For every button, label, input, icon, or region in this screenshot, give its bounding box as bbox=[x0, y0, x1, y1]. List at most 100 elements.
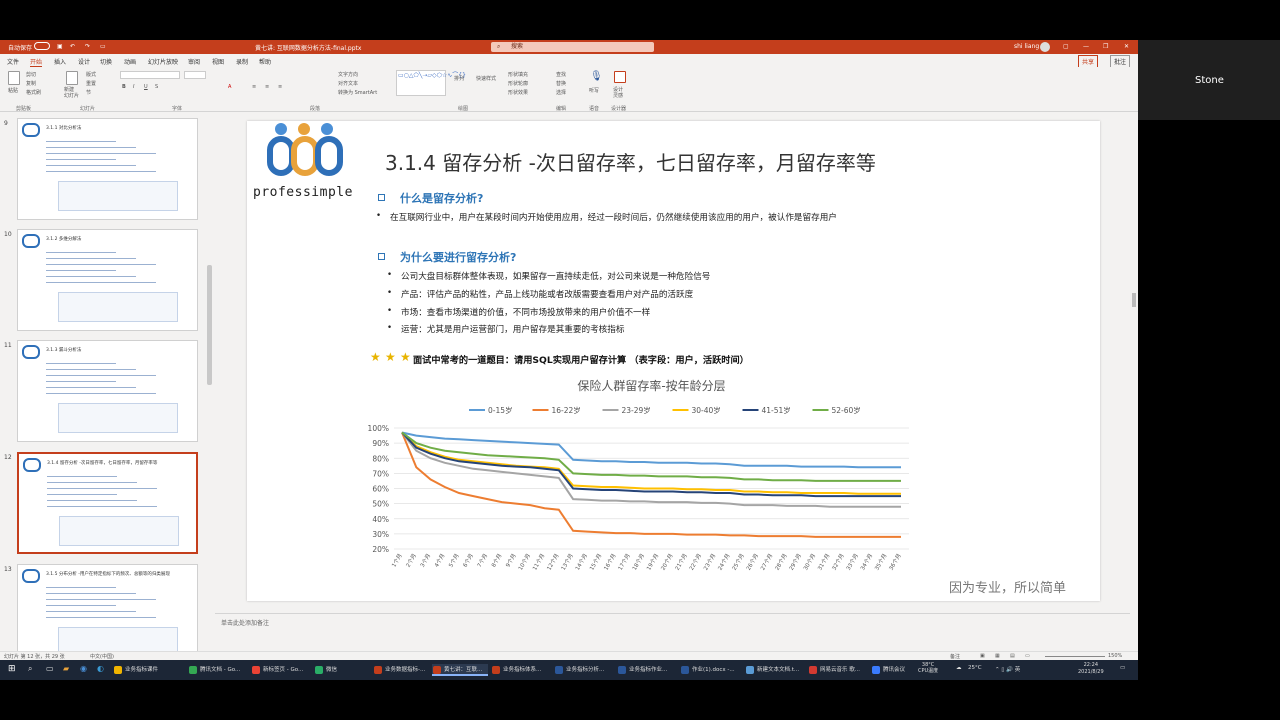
zoom-level[interactable]: 150% bbox=[1108, 653, 1122, 659]
tab-design[interactable]: 设计 bbox=[78, 57, 90, 66]
slide-thumbnail-13[interactable]: 3.1.5 分布分析 -用户在特定指标下的频次、总额等的归类展现 bbox=[17, 564, 198, 660]
search-icon[interactable]: ⌕ bbox=[28, 664, 32, 674]
taskbar-app[interactable]: 新标签页 - Go... bbox=[251, 664, 311, 676]
save-icon[interactable]: ▣ bbox=[57, 43, 63, 50]
cut-button[interactable]: 剪切 bbox=[26, 71, 36, 78]
tab-view[interactable]: 视图 bbox=[212, 57, 224, 66]
slide-thumbnail-11[interactable]: 3.1.3 漏斗分析法 bbox=[17, 340, 198, 442]
taskbar-app[interactable]: 黄七讲：互联... bbox=[432, 664, 488, 676]
minimize-icon[interactable]: — bbox=[1083, 43, 1089, 50]
zoom-slider[interactable] bbox=[1045, 656, 1105, 657]
tray-icons[interactable]: ⌃ ▯ 🔊 英 bbox=[995, 665, 1020, 673]
maximize-icon[interactable]: ❐ bbox=[1103, 43, 1108, 50]
search-input[interactable]: ⌕ 搜索 bbox=[491, 42, 654, 52]
font-size-select[interactable] bbox=[184, 71, 206, 79]
slide-canvas[interactable]: professimple 3.1.4 留存分析 -次日留存率，七日留存率，月留存… bbox=[247, 121, 1100, 601]
taskbar-app[interactable]: 腾讯文档 - Go... bbox=[188, 664, 248, 676]
scrollbar-thumb[interactable] bbox=[1132, 293, 1136, 307]
tab-file[interactable]: 文件 bbox=[7, 57, 19, 66]
thumbnail-scrollbar[interactable] bbox=[207, 265, 212, 385]
weather-icon[interactable]: ☁ bbox=[956, 665, 962, 671]
slide-thumbnail-10[interactable]: 3.1.2 多维分解法 bbox=[17, 229, 198, 331]
tab-animations[interactable]: 动画 bbox=[124, 57, 136, 66]
align-right-icon[interactable]: ≡ bbox=[278, 84, 282, 90]
vertical-scrollbar[interactable] bbox=[1130, 113, 1138, 651]
format-painter-button[interactable]: 格式刷 bbox=[26, 89, 41, 96]
section-button[interactable]: 节 bbox=[86, 89, 91, 96]
quick-styles-button[interactable]: 快速样式 bbox=[476, 75, 496, 82]
normal-view-icon[interactable]: ▣ bbox=[980, 653, 985, 659]
slide-thumbnail-9[interactable]: 3.1.1 对比分析法 bbox=[17, 118, 198, 220]
weather-temp[interactable]: 25°C bbox=[968, 665, 982, 671]
italic-icon[interactable]: I bbox=[133, 84, 134, 90]
font-family-select[interactable] bbox=[120, 71, 180, 79]
designer-button[interactable]: 设计 灵感 bbox=[613, 87, 623, 99]
taskbar-app[interactable]: 业务指标体系... bbox=[491, 664, 551, 676]
underline-icon[interactable]: U bbox=[144, 84, 148, 90]
smartart-button[interactable]: 转换为 SmartArt bbox=[338, 89, 377, 96]
designer-icon[interactable] bbox=[614, 71, 626, 83]
microphone-icon[interactable]: 🎙 bbox=[590, 71, 603, 82]
ribbon-display-icon[interactable]: ▢ bbox=[1063, 43, 1069, 50]
tab-record[interactable]: 录制 bbox=[236, 57, 248, 66]
arrange-button[interactable]: 排列 bbox=[454, 75, 464, 82]
taskbar-app[interactable]: 新建文本文档.t... bbox=[745, 664, 805, 676]
shadow-icon[interactable]: S bbox=[155, 84, 158, 90]
reset-button[interactable]: 重置 bbox=[86, 80, 96, 87]
notification-icon[interactable]: ▭ bbox=[1120, 665, 1125, 671]
tab-help[interactable]: 帮助 bbox=[259, 57, 271, 66]
tab-slideshow[interactable]: 幻灯片放映 bbox=[148, 57, 178, 66]
shape-outline-button[interactable]: 形状轮廓 bbox=[508, 80, 528, 87]
taskbar-app[interactable]: 腾讯会议 bbox=[871, 664, 921, 676]
notes-toggle[interactable]: 备注 bbox=[950, 653, 960, 660]
replace-button[interactable]: 替换 bbox=[556, 80, 566, 87]
edge-icon[interactable]: ◐ bbox=[97, 664, 104, 673]
sorter-view-icon[interactable]: ▦ bbox=[995, 653, 1000, 659]
notes-pane[interactable]: 单击此处添加备注 bbox=[215, 613, 1130, 635]
tab-insert[interactable]: 插入 bbox=[54, 57, 66, 66]
align-left-icon[interactable]: ≡ bbox=[252, 84, 256, 90]
align-text-button[interactable]: 对齐文本 bbox=[338, 80, 358, 87]
align-center-icon[interactable]: ≡ bbox=[265, 84, 269, 90]
slide-thumbnail-12[interactable]: 3.1.4 留存分析 -次日留存率，七日留存率，月留存率等 bbox=[17, 452, 198, 554]
present-icon[interactable]: ▭ bbox=[100, 43, 106, 50]
slideshow-icon[interactable]: ▭ bbox=[1025, 653, 1030, 659]
taskbar-app[interactable]: 作业(1).docx -... bbox=[680, 664, 742, 676]
reading-view-icon[interactable]: ▤ bbox=[1010, 653, 1015, 659]
taskbar-app[interactable]: 微信 bbox=[314, 664, 370, 676]
shape-effects-button[interactable]: 形状效果 bbox=[508, 89, 528, 96]
taskbar-app[interactable]: 业务数据指标-... bbox=[373, 664, 429, 676]
tab-home[interactable]: 开始 bbox=[30, 57, 43, 67]
tab-review[interactable]: 审阅 bbox=[188, 57, 200, 66]
clock[interactable]: 22:24 2021/8/29 bbox=[1078, 662, 1104, 676]
font-color-icon[interactable]: A bbox=[228, 84, 231, 90]
taskbar-app[interactable]: 业务指标课件 bbox=[113, 664, 185, 676]
autosave-toggle[interactable] bbox=[34, 42, 50, 50]
paste-button[interactable]: 粘贴 bbox=[8, 87, 18, 94]
layout-button[interactable]: 版式 bbox=[86, 71, 96, 78]
undo-icon[interactable]: ↶ bbox=[70, 43, 75, 50]
redo-icon[interactable]: ↷ bbox=[85, 43, 90, 50]
tab-transitions[interactable]: 切换 bbox=[100, 57, 112, 66]
select-button[interactable]: 选择 bbox=[556, 89, 566, 96]
close-icon[interactable]: ✕ bbox=[1124, 43, 1129, 50]
new-slide-button[interactable]: 新建 幻灯片 bbox=[64, 87, 79, 99]
text-direction-button[interactable]: 文字方向 bbox=[338, 71, 358, 78]
taskbar-app[interactable]: 业务指标作业... bbox=[617, 664, 677, 676]
file-explorer-icon[interactable]: ▰ bbox=[63, 664, 69, 673]
avatar[interactable] bbox=[1040, 42, 1050, 52]
find-button[interactable]: 查找 bbox=[556, 71, 566, 78]
shapes-gallery[interactable]: ▭○△⬠╲➝▱◇⬡☆∿⌒{} bbox=[396, 70, 466, 96]
bold-icon[interactable]: B bbox=[122, 84, 126, 90]
taskbar-app[interactable]: 网易云音乐 歌... bbox=[808, 664, 868, 676]
taskbar-app[interactable]: 业务指标分析... bbox=[554, 664, 614, 676]
paste-icon[interactable] bbox=[8, 71, 20, 85]
copy-button[interactable]: 复制 bbox=[26, 80, 36, 87]
task-view-icon[interactable]: ▭ bbox=[46, 664, 54, 673]
start-icon[interactable]: ⊞ bbox=[8, 664, 16, 674]
language-status[interactable]: 中文(中国) bbox=[90, 653, 114, 660]
browser-icon[interactable]: ◉ bbox=[80, 664, 87, 673]
dictate-button[interactable]: 听写 bbox=[589, 87, 599, 94]
new-slide-icon[interactable] bbox=[66, 71, 78, 85]
shape-fill-button[interactable]: 形状填充 bbox=[508, 71, 528, 78]
